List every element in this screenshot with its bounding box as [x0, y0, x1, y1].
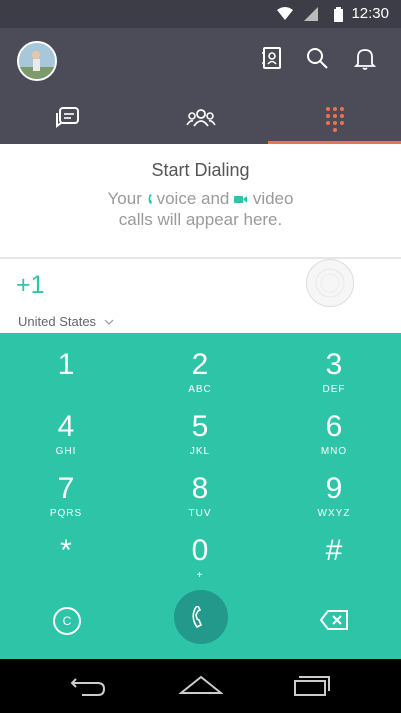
- touch-feedback-circle: [306, 259, 354, 307]
- country-label: United States: [18, 314, 97, 329]
- chevron-down-icon: [104, 319, 114, 325]
- key-1[interactable]: 1: [6, 349, 126, 409]
- key-letters: TUV: [188, 508, 212, 519]
- key-4[interactable]: 4 GHI: [6, 411, 126, 471]
- phone-icon: [192, 606, 203, 628]
- tab-dialpad[interactable]: [268, 94, 401, 144]
- system-nav-bar: [0, 659, 401, 713]
- key-letters: ABC: [188, 384, 212, 395]
- key-digit: 4: [57, 410, 75, 443]
- bell-icon: [353, 49, 377, 70]
- key-digit: *: [60, 534, 72, 567]
- search-icon: [307, 48, 328, 69]
- key-5[interactable]: 5 JKL: [140, 411, 260, 471]
- status-time: 12:30: [351, 5, 389, 22]
- tab-messages[interactable]: [0, 94, 133, 144]
- recents-icon[interactable]: [291, 673, 331, 697]
- contacts-book-button[interactable]: [261, 46, 287, 72]
- video-small-icon: [234, 196, 248, 203]
- home-icon[interactable]: [179, 673, 223, 697]
- key-hash[interactable]: #: [274, 535, 394, 595]
- dialed-number[interactable]: +1: [16, 271, 45, 300]
- key-digit: 2: [191, 348, 209, 381]
- battery-icon: [334, 7, 343, 22]
- key-8[interactable]: 8 TUV: [140, 473, 260, 533]
- avatar-image: [19, 43, 55, 79]
- key-digit: 0: [191, 534, 209, 567]
- key-digit: #: [325, 534, 343, 567]
- empty-state-line-1: Your voice and video: [0, 189, 401, 209]
- status-bar: 12:30: [0, 0, 401, 28]
- key-letters: WXYZ: [317, 508, 351, 519]
- key-digit: 8: [191, 472, 209, 505]
- key-digit: 1: [57, 348, 75, 381]
- empty-state-text-voice: voice and: [156, 189, 235, 208]
- app-bar: [0, 28, 401, 94]
- chat-icon: [55, 107, 79, 128]
- signal-icon: [304, 7, 318, 21]
- dial-input-area: +1 United States: [0, 259, 401, 333]
- tab-contacts[interactable]: [134, 94, 267, 144]
- call-button[interactable]: [174, 590, 228, 644]
- key-digit: 6: [325, 410, 343, 443]
- tab-bar: [0, 94, 401, 144]
- key-digit: 5: [191, 410, 209, 443]
- key-7[interactable]: 7 PQRS: [6, 473, 126, 533]
- backspace-icon[interactable]: [320, 610, 348, 630]
- dialpad-icon: [325, 107, 344, 132]
- key-letters: MNO: [320, 446, 348, 457]
- key-letters: +: [196, 570, 204, 581]
- key-digit: 9: [325, 472, 343, 505]
- key-3[interactable]: 3 DEF: [274, 349, 394, 409]
- empty-state-text-video: video: [252, 189, 294, 208]
- key-letters: JKL: [189, 446, 211, 457]
- key-9[interactable]: 9 WXYZ: [274, 473, 394, 533]
- key-digit: 7: [57, 472, 75, 505]
- contacts-book-icon: [262, 47, 281, 69]
- key-digit: 3: [325, 348, 343, 381]
- key-letters: PQRS: [49, 508, 83, 519]
- country-selector[interactable]: United States: [18, 314, 114, 329]
- phone-small-icon: [148, 194, 152, 204]
- back-icon[interactable]: [68, 673, 108, 697]
- key-6[interactable]: 6 MNO: [274, 411, 394, 471]
- key-2[interactable]: 2 ABC: [140, 349, 260, 409]
- avatar[interactable]: [17, 41, 57, 81]
- key-letters: DEF: [322, 384, 346, 395]
- search-button[interactable]: [305, 46, 331, 72]
- key-0[interactable]: 0 +: [140, 535, 260, 595]
- key-star[interactable]: *: [6, 535, 126, 595]
- people-icon: [185, 109, 216, 127]
- empty-state-text-your: Your: [107, 189, 147, 208]
- recent-calls-empty-state: Start Dialing Your voice and video calls…: [0, 144, 401, 256]
- empty-state-line-2: calls will appear here.: [118, 210, 283, 229]
- key-letters: GHI: [55, 446, 77, 457]
- ripple-icon: [315, 268, 345, 298]
- wifi-icon: [277, 7, 293, 20]
- empty-state-title: Start Dialing: [151, 160, 250, 180]
- contact-c-button[interactable]: C: [53, 607, 81, 635]
- notifications-button[interactable]: [353, 46, 379, 72]
